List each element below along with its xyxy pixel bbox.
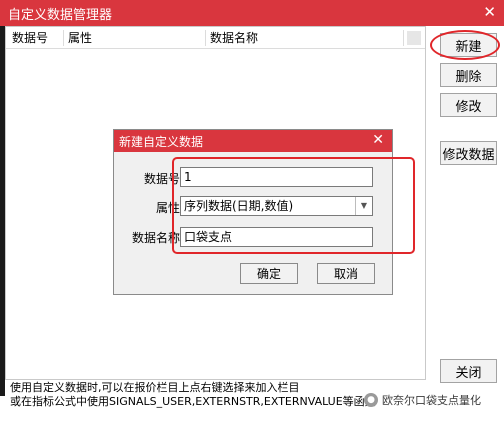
window-close-icon[interactable]: ✕	[483, 4, 496, 20]
watermark: ● 欧奈尔口袋支点量化	[364, 392, 481, 408]
delete-button[interactable]: 删除	[440, 63, 497, 87]
highlight-rectangle-annotation	[172, 157, 415, 254]
column-header-attribute[interactable]: 属性	[64, 30, 206, 46]
cancel-button[interactable]: 取消	[317, 263, 375, 284]
window-title: 自定义数据管理器	[8, 7, 113, 23]
header-corner-block	[407, 31, 421, 45]
dialog-title: 新建自定义数据	[119, 134, 204, 149]
wechat-logo-icon: ●	[364, 393, 378, 407]
ok-button[interactable]: 确定	[240, 263, 298, 284]
dialog-titlebar: 新建自定义数据 ✕	[114, 130, 392, 152]
close-button[interactable]: 关闭	[440, 359, 497, 383]
status-line-1: 使用自定义数据时,可以在报价栏目上点右键选择来加入栏目	[10, 381, 300, 394]
dialog-close-icon[interactable]: ✕	[372, 132, 384, 148]
status-line-2: 或在指标公式中使用SIGNALS_USER,EXTERNSTR,EXTERNVA…	[10, 395, 376, 408]
window-titlebar: 自定义数据管理器 ✕	[0, 0, 504, 26]
watermark-text: 欧奈尔口袋支点量化	[382, 394, 481, 407]
highlight-circle-annotation	[430, 30, 500, 60]
edit-data-button[interactable]: 修改数据	[440, 141, 497, 165]
column-header-name[interactable]: 数据名称	[206, 30, 404, 46]
column-header-id[interactable]: 数据号	[8, 30, 64, 46]
list-header: 数据号 属性 数据名称	[6, 27, 425, 49]
edit-button[interactable]: 修改	[440, 93, 497, 117]
status-text: 使用自定义数据时,可以在报价栏目上点右键选择来加入栏目 或在指标公式中使用SIG…	[10, 381, 376, 409]
